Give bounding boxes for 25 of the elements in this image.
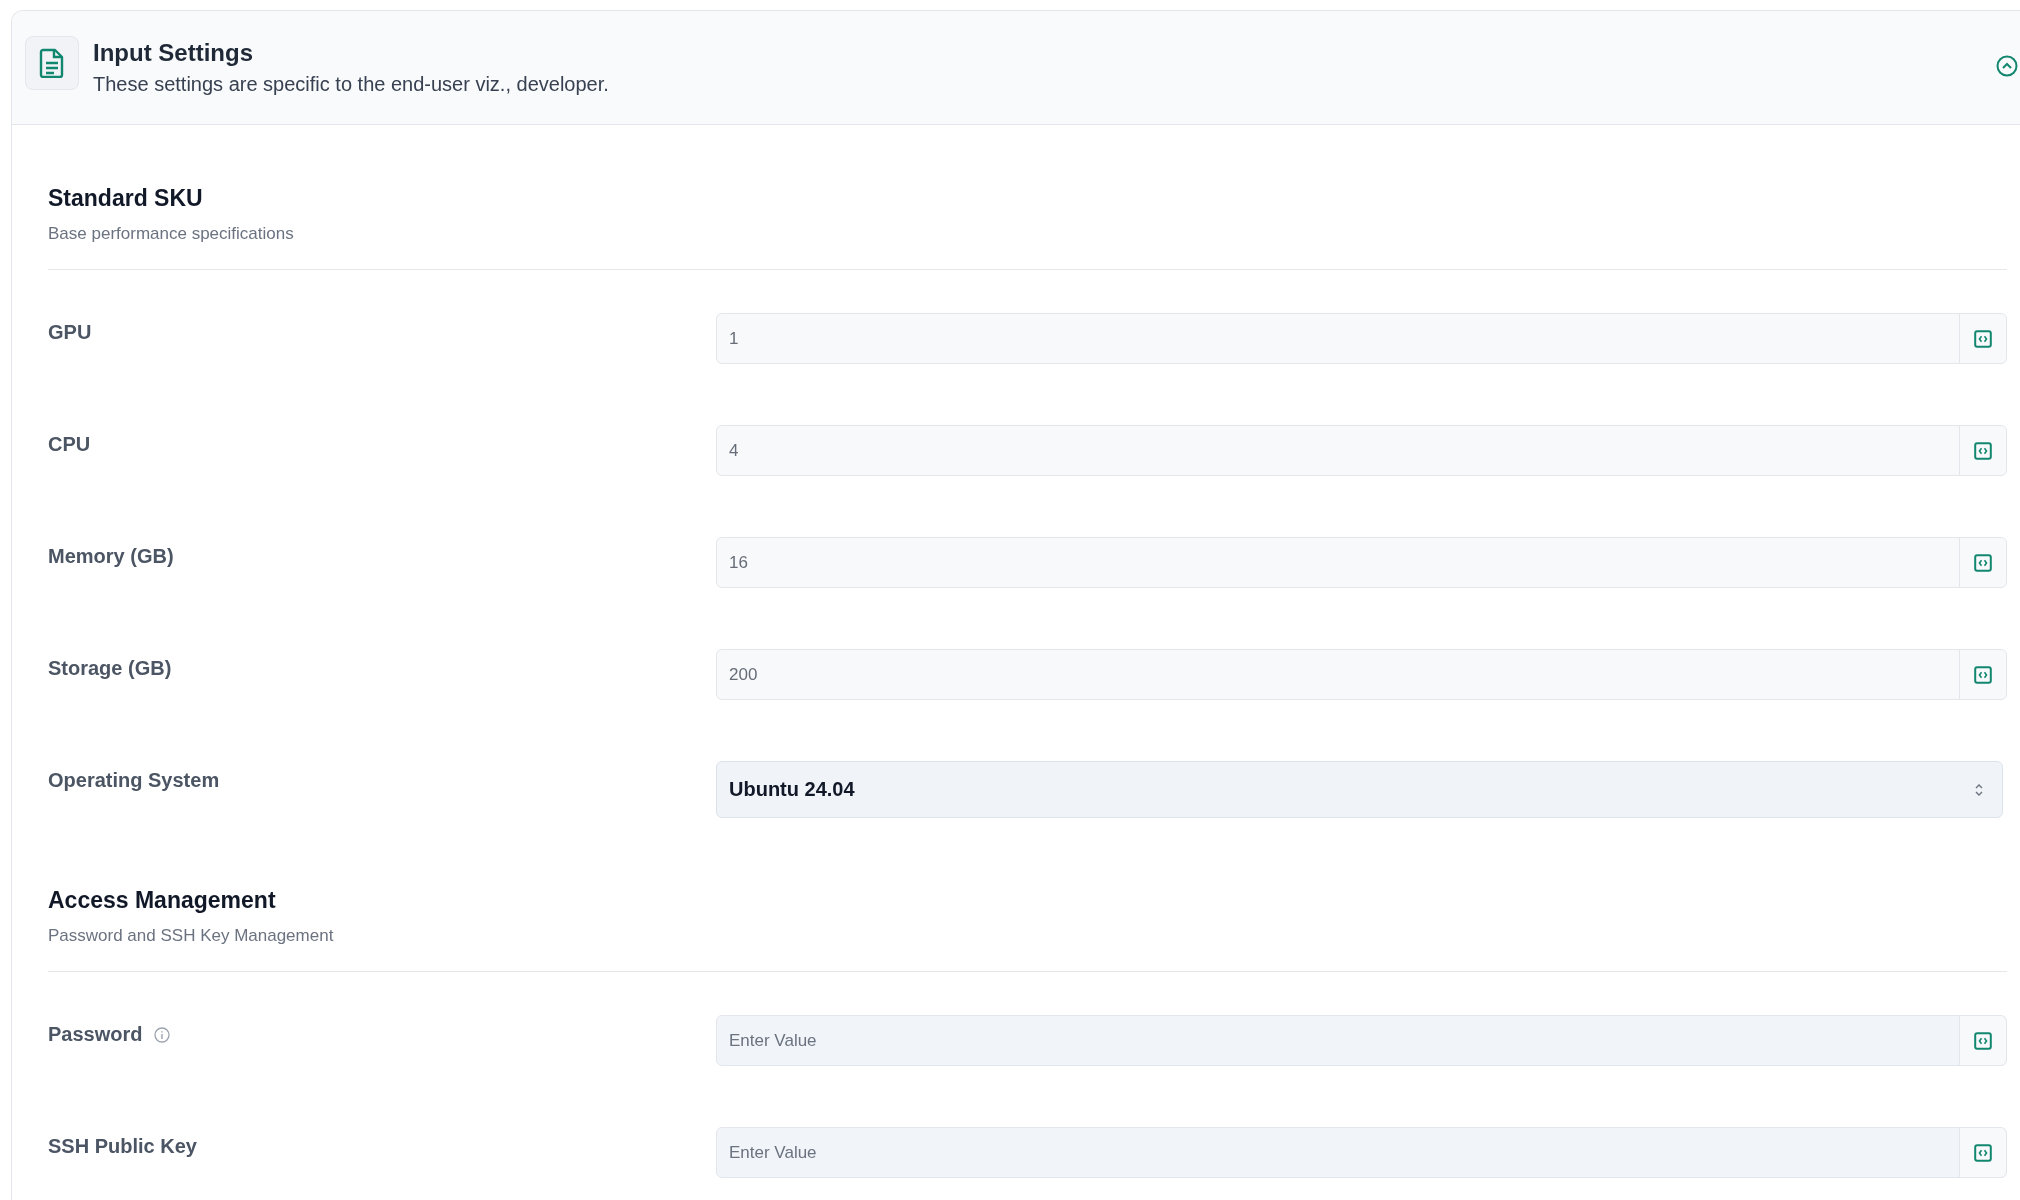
code-icon <box>1974 665 1992 684</box>
panel-subtitle: These settings are specific to the end-user viz., developer. <box>93 73 609 96</box>
code-icon <box>1974 1031 1992 1050</box>
field-label: Memory (GB) <box>48 545 174 568</box>
code-icon <box>1974 1143 1992 1162</box>
field-label: CPU <box>48 433 91 456</box>
info-icon[interactable] <box>154 1027 171 1043</box>
field-label: Password <box>48 1023 143 1046</box>
section-title: Standard SKU <box>48 185 204 212</box>
field-label: Operating System <box>48 769 220 792</box>
collapse-icon[interactable] <box>1996 55 2018 77</box>
field-label: SSH Public Key <box>48 1135 197 1158</box>
code-button[interactable] <box>1959 1128 2006 1177</box>
section-description: Password and SSH Key Management <box>48 926 335 946</box>
code-button[interactable] <box>1959 1016 2006 1065</box>
code-icon <box>1974 441 1992 460</box>
code-icon <box>1974 329 1992 348</box>
document-icon <box>25 35 79 90</box>
select-dropdown[interactable]: Ubuntu 24.04 <box>716 761 2003 818</box>
field-label: GPU <box>48 321 92 344</box>
panel-title: Input Settings <box>93 39 254 67</box>
field-label: Storage (GB) <box>48 657 172 680</box>
code-icon <box>1974 553 1992 572</box>
section-title: Access Management <box>48 887 277 914</box>
section-description: Base performance specifications <box>48 224 295 244</box>
